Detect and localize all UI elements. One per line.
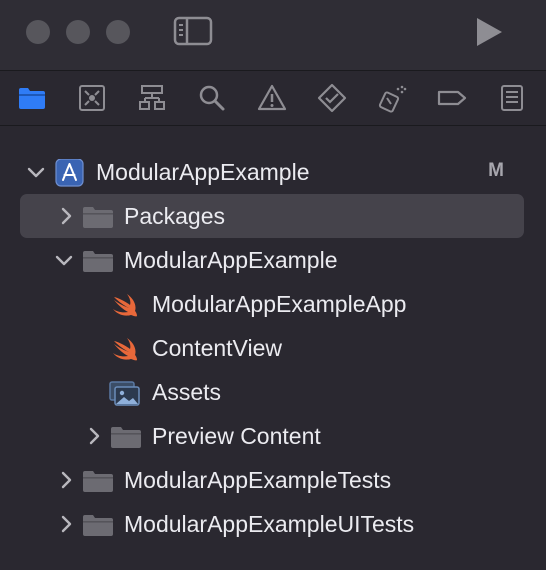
tree-row-assets[interactable]: Assets xyxy=(0,370,546,414)
folder-icon xyxy=(82,467,114,495)
minimize-window-button[interactable] xyxy=(66,20,90,44)
warning-icon xyxy=(257,84,287,111)
play-icon xyxy=(477,18,502,46)
sidebar-icon xyxy=(173,16,213,46)
chevron-down-icon[interactable] xyxy=(54,250,74,270)
tree-row-project[interactable]: ModularAppExample M xyxy=(0,150,546,194)
tree-row-app-file[interactable]: ModularAppExampleApp xyxy=(0,282,546,326)
tree-item-label: ModularAppExample xyxy=(124,247,338,273)
breakpoint-icon xyxy=(437,90,467,106)
tree-item-label: Preview Content xyxy=(152,423,321,449)
folder-icon xyxy=(19,88,45,109)
source-control-icon xyxy=(79,85,105,111)
tree-item-label: Packages xyxy=(124,203,226,229)
chevron-down-icon[interactable] xyxy=(26,162,46,182)
swift-icon xyxy=(110,291,142,319)
chevron-right-icon[interactable] xyxy=(56,514,76,534)
folder-icon xyxy=(82,203,114,231)
tab-symbol-navigator[interactable] xyxy=(137,83,167,113)
folder-icon xyxy=(82,247,114,275)
tree-item-label: ModularAppExampleTests xyxy=(124,467,392,493)
tab-source-control-navigator[interactable] xyxy=(77,83,107,113)
chevron-right-icon[interactable] xyxy=(56,470,76,490)
report-icon xyxy=(501,85,523,111)
hierarchy-icon xyxy=(139,85,165,110)
tree-item-label: ModularAppExampleUITests xyxy=(124,511,415,537)
tree-row-tests[interactable]: ModularAppExampleTests xyxy=(0,458,546,502)
tree-item-label: Assets xyxy=(152,379,222,405)
search-icon xyxy=(199,85,225,111)
tree-row-packages[interactable]: Packages xyxy=(0,194,546,238)
navigator-tab-bar xyxy=(0,71,546,126)
tab-breakpoint-navigator[interactable] xyxy=(437,83,467,113)
close-window-button[interactable] xyxy=(26,20,50,44)
tab-project-navigator[interactable] xyxy=(17,83,47,113)
asset-catalog-icon xyxy=(108,379,140,407)
tree-row-app-folder[interactable]: ModularAppExample xyxy=(0,238,546,282)
run-button[interactable] xyxy=(474,16,504,48)
title-bar xyxy=(0,0,546,71)
tab-debug-navigator[interactable] xyxy=(377,83,407,113)
test-icon xyxy=(317,83,347,113)
tab-issue-navigator[interactable] xyxy=(257,83,287,113)
tab-test-navigator[interactable] xyxy=(317,83,347,113)
folder-icon xyxy=(82,511,114,539)
tree-row-content-view[interactable]: ContentView xyxy=(0,326,546,370)
tree-item-label: ModularAppExample xyxy=(96,159,310,185)
xcode-project-icon xyxy=(54,159,86,187)
swift-icon xyxy=(110,335,142,363)
folder-icon xyxy=(110,423,142,451)
tree-row-preview-content[interactable]: Preview Content xyxy=(0,414,546,458)
debug-icon xyxy=(378,85,407,113)
chevron-right-icon[interactable] xyxy=(56,206,76,226)
tab-find-navigator[interactable] xyxy=(197,83,227,113)
tab-report-navigator[interactable] xyxy=(497,83,527,113)
source-control-status-badge: M xyxy=(488,160,504,181)
project-navigator-tree: ModularAppExample M Packages ModularAppE… xyxy=(0,126,546,570)
tree-item-label: ContentView xyxy=(152,335,282,361)
tree-item-label: ModularAppExampleApp xyxy=(152,291,407,317)
zoom-window-button[interactable] xyxy=(106,20,130,44)
tree-row-ui-tests[interactable]: ModularAppExampleUITests xyxy=(0,502,546,546)
sidebar-toggle-button[interactable] xyxy=(173,15,213,47)
chevron-right-icon[interactable] xyxy=(84,426,104,446)
